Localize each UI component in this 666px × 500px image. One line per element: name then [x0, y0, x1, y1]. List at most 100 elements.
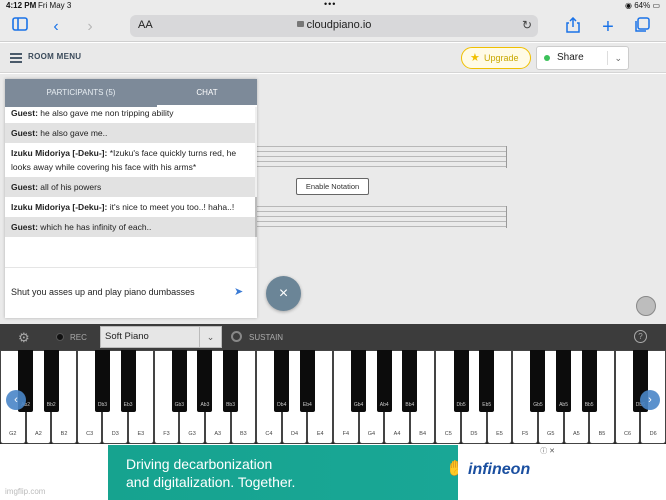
gear-icon[interactable]: ⚙ [18, 330, 30, 346]
black-key-eb4[interactable]: Eb4 [299, 350, 315, 412]
black-key-db5[interactable]: Db5 [453, 350, 469, 412]
chat-input[interactable] [11, 283, 229, 301]
message-text: it's nice to meet you too..! haha..! [107, 202, 235, 212]
black-key-ab3[interactable]: Ab3 [197, 350, 213, 412]
tab-participants[interactable]: PARTICIPANTS (5) [5, 79, 157, 107]
black-key-ab5[interactable]: Ab5 [556, 350, 572, 412]
wifi-icon: ◉ [624, 1, 632, 10]
black-key-bb2[interactable]: Bb2 [43, 350, 59, 412]
instrument-select[interactable]: Soft Piano ⌄ [100, 326, 222, 348]
key-label: G5 [547, 431, 555, 437]
key-label: C6 [624, 431, 632, 437]
chat-scrollbar[interactable] [255, 107, 257, 267]
online-dot-icon [544, 55, 550, 61]
key-label: Bb3 [226, 402, 235, 408]
instrument-bar: ⚙ REC Soft Piano ⌄ SUSTAIN ? [0, 324, 666, 350]
message-text: all of his powers [37, 182, 102, 192]
adchoices-icon[interactable]: ⓘ ✕ [540, 446, 555, 456]
share-button[interactable]: Share ⌄ [536, 46, 629, 70]
message-text: which he has infinity of each.. [37, 222, 152, 232]
black-key-bb5[interactable]: Bb5 [581, 350, 597, 412]
key-label: C4 [265, 431, 273, 437]
chat-panel: PARTICIPANTS (5) CHAT Guest: he also gav… [5, 79, 257, 318]
key-label: Db3 [97, 402, 108, 408]
black-key-gb4[interactable]: Gb4 [351, 350, 367, 412]
scroll-left-icon[interactable]: ‹ [6, 390, 26, 410]
key-label: Ab4 [379, 402, 389, 408]
url-text: cloudpiano.io [130, 19, 538, 31]
battery-icon: ▭ [652, 1, 660, 10]
black-key-ab4[interactable]: Ab4 [376, 350, 392, 412]
key-label: Bb4 [405, 402, 415, 408]
black-key-gb3[interactable]: Gb3 [171, 350, 187, 412]
black-key-db4[interactable]: Db4 [274, 350, 290, 412]
message-sender: Guest: [11, 182, 38, 192]
close-chat-button[interactable]: × [266, 276, 301, 311]
lock-icon [296, 21, 304, 27]
chevron-down-icon: ⌄ [199, 327, 221, 347]
scroll-right-icon[interactable]: › [640, 390, 660, 410]
send-icon[interactable]: ➤ [234, 285, 243, 298]
chat-message: Guest: which he has infinity of each.. [5, 217, 255, 237]
key-label: C5 [444, 431, 452, 437]
key-label: Bb5 [584, 402, 594, 408]
watermark: imgflip.com [5, 487, 46, 496]
chat-message: Izuku Midoriya [-Deku-]: *Izuku's face q… [5, 143, 255, 177]
browser-toolbar: ‹ › AA cloudpiano.io ↻ + [0, 12, 666, 42]
forward-icon[interactable]: › [80, 17, 100, 37]
key-label: Gb4 [353, 402, 364, 408]
chat-message: Guest: all of his powers [5, 177, 255, 197]
help-icon[interactable]: ? [634, 330, 647, 343]
black-key-gb5[interactable]: Gb5 [530, 350, 546, 412]
room-menu-button[interactable]: ROOM MENU [28, 52, 81, 61]
enable-notation-button[interactable]: Enable Notation [296, 178, 369, 195]
reload-icon[interactable]: ↻ [522, 18, 532, 32]
key-label: D5 [470, 431, 478, 437]
sustain-toggle[interactable] [231, 331, 242, 342]
key-label: B2 [60, 431, 68, 437]
key-label: F3 [163, 431, 170, 437]
tabs-icon[interactable] [632, 17, 652, 37]
ad-line-2: and digitalization. Together. [126, 474, 296, 490]
key-label: A2 [35, 431, 42, 437]
black-key-db3[interactable]: Db3 [94, 350, 110, 412]
app-header: ROOM MENU ★ Upgrade Share ⌄ [0, 43, 666, 73]
chat-messages[interactable]: Guest: he also gave me non tripping abil… [5, 107, 255, 267]
share-sheet-icon[interactable] [563, 16, 583, 37]
key-label: B5 [598, 431, 606, 437]
black-key-bb3[interactable]: Bb3 [223, 350, 239, 412]
sustain-label[interactable]: SUSTAIN [249, 333, 283, 342]
address-bar[interactable]: AA cloudpiano.io ↻ [130, 15, 538, 37]
staff-treble [257, 146, 507, 171]
record-indicator-circle[interactable] [636, 296, 656, 316]
battery-percent: 64% [634, 1, 651, 10]
rec-label[interactable]: REC [70, 333, 87, 342]
star-icon: ★ [470, 52, 480, 64]
chat-tabs: PARTICIPANTS (5) CHAT [5, 79, 257, 107]
chevron-down-icon[interactable]: ⌄ [614, 47, 622, 69]
sidebar-icon[interactable] [10, 17, 30, 37]
new-tab-icon[interactable]: + [598, 17, 618, 37]
upgrade-button[interactable]: ★ Upgrade [461, 47, 531, 69]
status-date: Fri May 3 [38, 1, 72, 10]
back-icon[interactable]: ‹ [46, 17, 66, 37]
tab-chat[interactable]: CHAT [157, 79, 257, 107]
key-label: Eb3 [123, 402, 133, 408]
message-sender: Guest: [11, 128, 38, 138]
multitask-dots[interactable]: ••• [324, 0, 336, 9]
staff-bass [257, 206, 507, 231]
chat-message: Guest: he also gave me non tripping abil… [5, 107, 255, 123]
upgrade-label: Upgrade [484, 53, 519, 63]
hamburger-icon[interactable] [10, 53, 22, 63]
black-key-eb3[interactable]: Eb3 [120, 350, 136, 412]
key-label: Eb5 [482, 402, 492, 408]
share-label: Share [557, 52, 584, 63]
ad-banner[interactable]: Driving decarbonization and digitalizati… [108, 445, 557, 500]
ad-text: Driving decarbonization and digitalizati… [126, 455, 295, 491]
black-key-bb4[interactable]: Bb4 [402, 350, 418, 412]
black-key-eb5[interactable]: Eb5 [479, 350, 495, 412]
key-label: Bb2 [46, 402, 56, 408]
key-label: B4 [419, 431, 427, 437]
key-label: Gb3 [174, 402, 185, 408]
record-icon[interactable] [56, 333, 64, 341]
